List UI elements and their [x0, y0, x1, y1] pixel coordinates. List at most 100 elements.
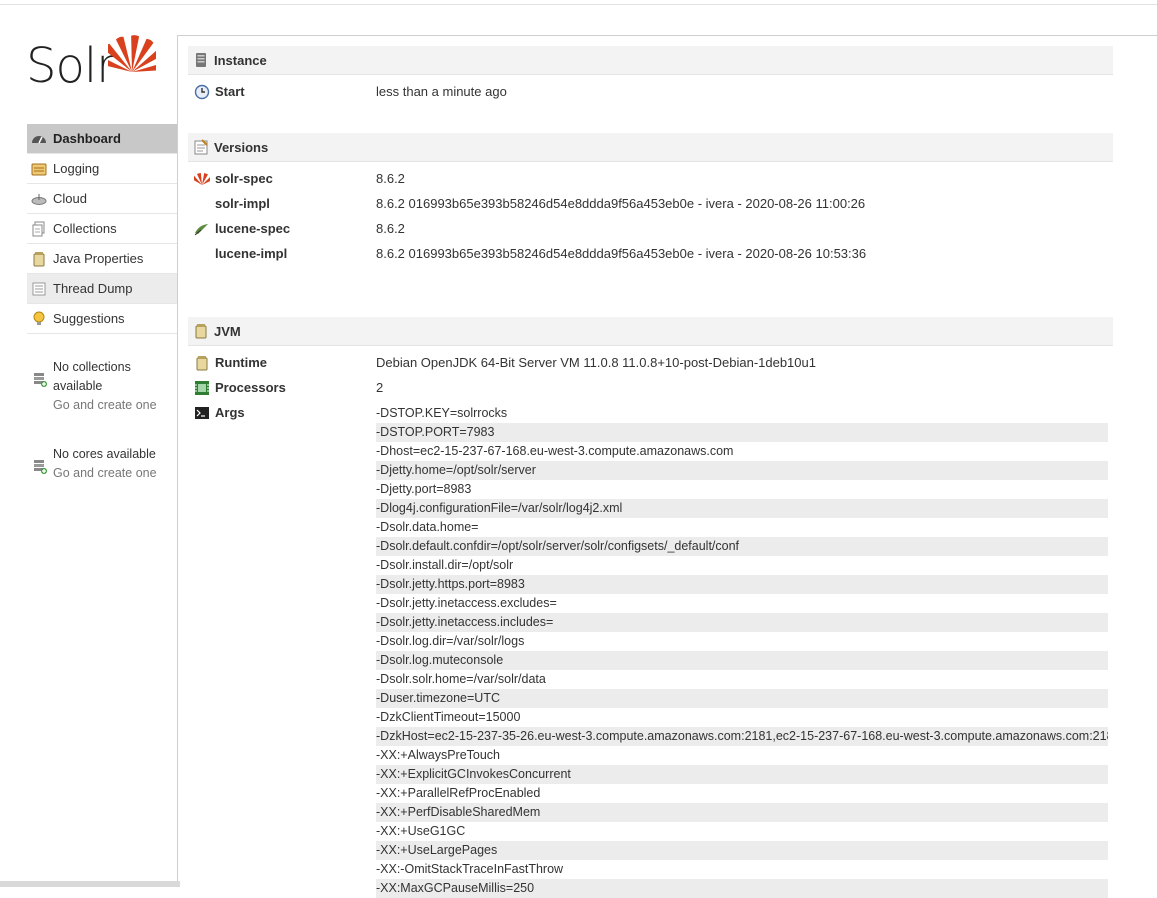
jvm-arg: -Dlog4j.configurationFile=/var/solr/log4… — [376, 499, 1108, 518]
jvm-arg: -Dsolr.jetty.inetaccess.includes= — [376, 613, 1108, 632]
version-value: 8.6.2 016993b65e393b58246d54e8ddda9f56a4… — [376, 196, 866, 211]
sidebar-item-label: Cloud — [53, 191, 87, 206]
cores-status: No cores available Go and create one — [33, 445, 173, 483]
versions-block: Versions solr-spec 8.6.2 solr-impl 8.6.2 01… — [188, 133, 1113, 266]
clock-icon — [194, 84, 210, 99]
jvm-arg: -XX:+AlwaysPreTouch — [376, 748, 501, 762]
sidebar-item-logging[interactable]: Logging — [27, 154, 177, 184]
no-cores-text: No cores available — [53, 447, 156, 461]
args-label: Args — [215, 405, 245, 420]
server-icon — [196, 53, 206, 67]
jvm-title: JVM — [214, 323, 241, 339]
sidebar-item-thread-dump[interactable]: Thread Dump — [27, 274, 177, 304]
jvm-arg: -Dsolr.jetty.inetaccess.excludes= — [376, 596, 557, 610]
sidebar-item-collections[interactable]: Collections — [27, 214, 177, 244]
database-add-icon — [34, 373, 47, 387]
jvm-arg: -XX:+UseG1GC — [376, 824, 466, 838]
jvm-arg: -Dsolr.default.confdir=/opt/solr/server/… — [376, 537, 1108, 556]
versions-rows: solr-spec 8.6.2 solr-impl 8.6.2 016993b65e3… — [188, 166, 1113, 266]
jvm-arg: -Dsolr.jetty.https.port=8983 — [376, 575, 1108, 594]
start-value: less than a minute ago — [376, 84, 507, 99]
java-jar-icon — [195, 324, 207, 339]
jvm-arg: -DzkClientTimeout=15000 — [376, 710, 521, 724]
version-row: solr-impl 8.6.2 016993b65e393b58246d54e8d… — [188, 191, 1113, 216]
runtime-row: Runtime Debian OpenJDK 64-Bit Server VM … — [188, 350, 1113, 375]
sidebar-item-suggestions[interactable]: Suggestions — [27, 304, 177, 334]
processors-row: Processors 2 — [188, 375, 1113, 400]
jvm-header: JVM — [188, 317, 1113, 346]
jvm-arg: -XX:-OmitStackTraceInFastThrow — [376, 862, 564, 876]
sidebar-item-label: Logging — [53, 161, 100, 176]
sidebar-item-dashboard[interactable]: Dashboard — [27, 124, 177, 154]
jvm-arg: -XX:+ExplicitGCInvokesConcurrent — [376, 765, 1108, 784]
jvm-arg: -Duser.timezone=UTC — [376, 689, 1108, 708]
version-row: solr-spec 8.6.2 — [188, 166, 1113, 191]
version-value: 8.6.2 — [376, 171, 405, 186]
version-value: 8.6.2 — [376, 221, 405, 236]
collections-icon — [31, 221, 47, 237]
start-label: Start — [215, 84, 245, 99]
version-label: solr-impl — [215, 196, 270, 211]
notes-icon — [194, 139, 208, 155]
sidebar-item-label: Thread Dump — [53, 281, 133, 296]
version-row: lucene-impl 8.6.2 016993b65e393b58246d54e… — [188, 241, 1113, 266]
version-value: 8.6.2 016993b65e393b58246d54e8ddda9f56a4… — [376, 246, 867, 261]
cloud-icon — [31, 191, 47, 207]
solr-sun-icon — [108, 35, 156, 72]
jvm-arg: -DSTOP.KEY=solrrocks — [376, 406, 508, 420]
jvm-arg: -XX:+ParallelRefProcEnabled — [376, 786, 541, 800]
version-row: lucene-spec 8.6.2 — [188, 216, 1113, 241]
sidebar-item-java-properties[interactable]: Java Properties — [27, 244, 177, 274]
jvm-arg: -Dhost=ec2-15-237-67-168.eu-west-3.compu… — [376, 444, 734, 458]
version-label: lucene-spec — [215, 221, 291, 236]
jvm-arg: -Dsolr.log.muteconsole — [376, 651, 1108, 670]
database-add-icon — [34, 460, 47, 474]
jvm-arg: -XX:MaxGCPauseMillis=250 — [376, 879, 1108, 898]
no-collections-text: No collections — [53, 360, 131, 374]
horizontal-scrollbar[interactable] — [0, 881, 180, 887]
jvm-arg: -XX:+UseLargePages — [376, 841, 1108, 860]
sidebar-divider — [177, 35, 178, 887]
jvm-arg: -Dsolr.install.dir=/opt/solr — [376, 558, 514, 572]
java-properties-icon — [31, 251, 47, 267]
jvm-arg: -Dsolr.log.dir=/var/solr/logs — [376, 634, 525, 648]
instance-block: Instance Start less than a minute ago — [188, 46, 1113, 104]
sidebar-item-label: Suggestions — [53, 311, 125, 326]
sidebar-item-label: Java Properties — [53, 251, 144, 266]
collections-status: No collections available Go and create o… — [33, 358, 173, 415]
sidebar-item-label: Dashboard — [53, 131, 121, 146]
processors-value: 2 — [376, 380, 384, 395]
jvm-arg: -Dsolr.data.home= — [376, 520, 479, 534]
jvm-arg: -XX:+PerfDisableSharedMem — [376, 803, 1108, 822]
lightbulb-icon — [31, 311, 47, 327]
content-top-border — [177, 35, 1157, 36]
jvm-arg: -DzkHost=ec2-15-237-35-26.eu-west-3.comp… — [376, 727, 1108, 746]
create-core-link[interactable]: Go and create one — [53, 464, 173, 483]
sidebar-item-label: Collections — [53, 221, 117, 236]
jvm-arg: -Djetty.port=8983 — [376, 482, 472, 496]
solr-logo-icon — [191, 171, 213, 187]
solr-logo[interactable]: Solr — [26, 28, 161, 108]
versions-title: Versions — [214, 139, 269, 155]
jvm-arg: -Djetty.home=/opt/solr/server — [376, 461, 1108, 480]
version-label: lucene-impl — [215, 246, 288, 261]
no-collections-text-2: available — [53, 379, 103, 393]
runtime-value: Debian OpenJDK 64-Bit Server VM 11.0.8 1… — [376, 355, 816, 370]
main-nav: Dashboard Logging Cloud Collections Java Pro… — [27, 124, 177, 334]
terminal-icon — [195, 406, 209, 419]
sidebar-item-cloud[interactable]: Cloud — [27, 184, 177, 214]
instance-title: Instance — [214, 52, 267, 68]
jvm-args-list: -DSTOP.KEY=solrrocks -DSTOP.PORT=7983 -Dho… — [376, 404, 1108, 898]
processors-label: Processors — [215, 380, 286, 395]
lucene-icon — [194, 221, 210, 237]
create-collection-link[interactable]: Go and create one — [53, 396, 173, 415]
sidebar: Solr Dashboard Logging Cloud Collections Jav… — [0, 0, 177, 887]
processor-icon — [195, 380, 209, 395]
runtime-label: Runtime — [215, 355, 267, 370]
logging-icon — [31, 161, 47, 177]
dashboard-icon — [31, 131, 47, 147]
logo-text: Solr — [26, 38, 116, 94]
instance-header: Instance — [188, 46, 1113, 75]
jvm-arg: -DSTOP.PORT=7983 — [376, 423, 1108, 442]
java-jar-icon — [196, 355, 208, 370]
